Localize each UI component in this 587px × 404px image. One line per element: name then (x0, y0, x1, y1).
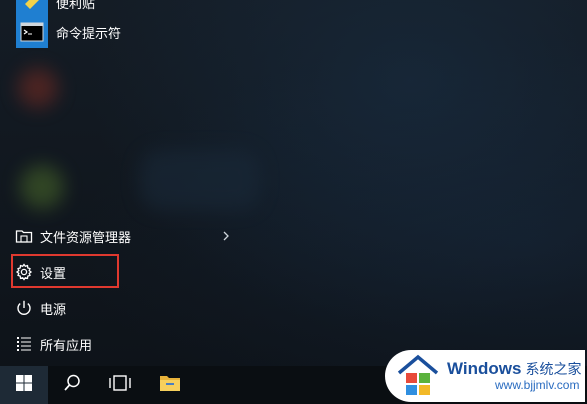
menu-item-power[interactable]: 电源 (0, 290, 240, 326)
start-button[interactable] (0, 366, 48, 404)
file-explorer-icon (159, 373, 181, 397)
menu-item-label: 所有应用 (40, 338, 93, 354)
watermark-title: Windows (447, 359, 522, 379)
watermark-subtitle: 系统之家 (525, 362, 582, 379)
windows-logo-icon (15, 374, 33, 396)
app-label: 命令提示符 (56, 26, 122, 42)
watermark-text: Windows 系统之家 www.bjjmlv.com (447, 359, 582, 392)
blurred-tile (18, 68, 58, 108)
app-label: 便利贴 (56, 0, 96, 12)
watermark-logo-icon (395, 353, 441, 399)
search-icon (62, 373, 82, 397)
command-prompt-icon (16, 16, 48, 48)
task-view-button[interactable] (96, 366, 144, 404)
task-view-icon (108, 374, 132, 396)
menu-item-label: 文件资源管理器 (40, 230, 132, 246)
watermark: Windows 系统之家 www.bjjmlv.com (385, 350, 585, 402)
blurred-tile (20, 165, 64, 209)
file-explorer-taskbar-button[interactable] (146, 366, 194, 404)
menu-item-label: 电源 (40, 302, 67, 318)
list-icon (15, 335, 33, 353)
menu-item-file-explorer[interactable]: 文件资源管理器 (0, 218, 240, 254)
blurred-tile (140, 150, 260, 210)
menu-item-all-apps[interactable]: 所有应用 (0, 326, 240, 362)
folder-icon (15, 227, 33, 245)
chevron-right-icon[interactable] (219, 228, 233, 242)
app-list-item-cmd[interactable]: 命令提示符 (0, 14, 250, 50)
highlight-box (11, 254, 119, 288)
desktop-screen: 便利贴 命令提示符 文件资源管理器 设置 电源 所有应用 Windows 系统之… (0, 0, 587, 404)
watermark-url: www.bjjmlv.com (495, 377, 580, 392)
search-button[interactable] (48, 366, 96, 404)
power-icon (15, 299, 33, 317)
